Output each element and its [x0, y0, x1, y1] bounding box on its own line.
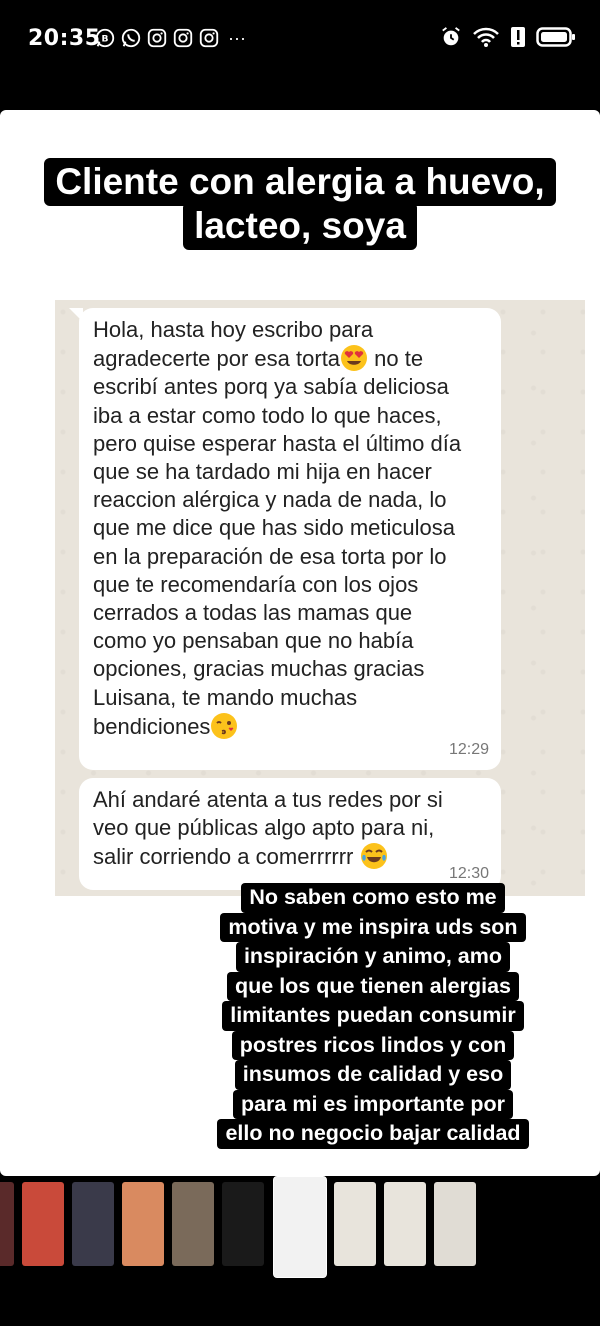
story-title: Cliente con alergia a huevo, lacteo, soy… [0, 158, 600, 250]
message-1-text-cont: no te escribí antes porq ya sabía delici… [93, 346, 462, 739]
chat-message-2: Ahí andaré atenta a tus redes por si veo… [79, 778, 501, 890]
notification-icons: B ··· [94, 27, 246, 49]
message-1-time: 12:29 [448, 740, 489, 758]
story-thumb-6[interactable] [222, 1182, 264, 1266]
story-thumb-3[interactable] [72, 1182, 114, 1266]
instagram-icon [147, 28, 167, 48]
bubble-tail [69, 308, 83, 322]
chat-message-1: Hola, hasta hoy escribo para agradecerte… [69, 308, 501, 770]
caption-line: limitantes puedan consumir [222, 1001, 524, 1031]
story-thumb-1[interactable] [0, 1182, 14, 1266]
story-thumb-4[interactable] [122, 1182, 164, 1266]
message-1-text: Hola, hasta hoy escribo para agradecerte… [93, 317, 374, 372]
svg-text:B: B [102, 34, 109, 45]
clock: 20:35 [28, 26, 101, 51]
title-line-2: lacteo, soya [183, 202, 417, 250]
caption-line: inspiración y animo, amo [235, 942, 511, 972]
story-thumb-9[interactable] [384, 1182, 426, 1266]
message-2-text: Ahí andaré atenta a tus redes por si veo… [93, 787, 443, 870]
system-icons [440, 26, 576, 48]
wifi-icon [473, 27, 499, 47]
kiss-wink-emoji-icon [211, 712, 238, 739]
caption-line: motiva y me inspira uds son [220, 912, 526, 942]
caption-line: ello no negocio bajar calidad [217, 1119, 529, 1149]
instagram-icon [173, 28, 193, 48]
whatsapp-icon [121, 28, 141, 48]
battery-icon [536, 27, 575, 47]
title-line-1: Cliente con alergia a huevo, [44, 158, 556, 206]
story-thumb-5[interactable] [172, 1182, 214, 1266]
caption-line: No saben como esto me [241, 883, 505, 913]
instagram-icon [199, 28, 219, 48]
tears-of-joy-emoji-icon [360, 843, 387, 870]
status-bar: 20:35 B ··· [0, 0, 600, 78]
story-card[interactable]: Cliente con alergia a huevo, lacteo, soy… [0, 110, 600, 1176]
story-thumb-2[interactable] [22, 1182, 64, 1266]
more-notifications: ··· [228, 28, 246, 48]
chat-screenshot: Hola, hasta hoy escribo para agradecerte… [55, 300, 585, 896]
story-caption: No saben como esto me motiva y me inspir… [200, 883, 546, 1149]
caption-line: que los que tienen alergias [227, 971, 519, 1001]
story-thumb-7-active[interactable] [273, 1176, 327, 1278]
heart-eyes-emoji-icon [341, 345, 368, 372]
caption-line: postres ricos lindos y con [231, 1030, 515, 1060]
caption-line: para mi es importante por [232, 1089, 514, 1119]
story-thumb-8[interactable] [334, 1182, 376, 1266]
story-thumbnail-strip [0, 1176, 600, 1280]
caption-line: insumos de calidad y eso [234, 1060, 512, 1090]
story-thumb-10[interactable] [434, 1182, 476, 1266]
alarm-icon [442, 27, 460, 46]
whatsapp-business-icon: B [95, 28, 115, 48]
alert-icon [511, 27, 525, 47]
